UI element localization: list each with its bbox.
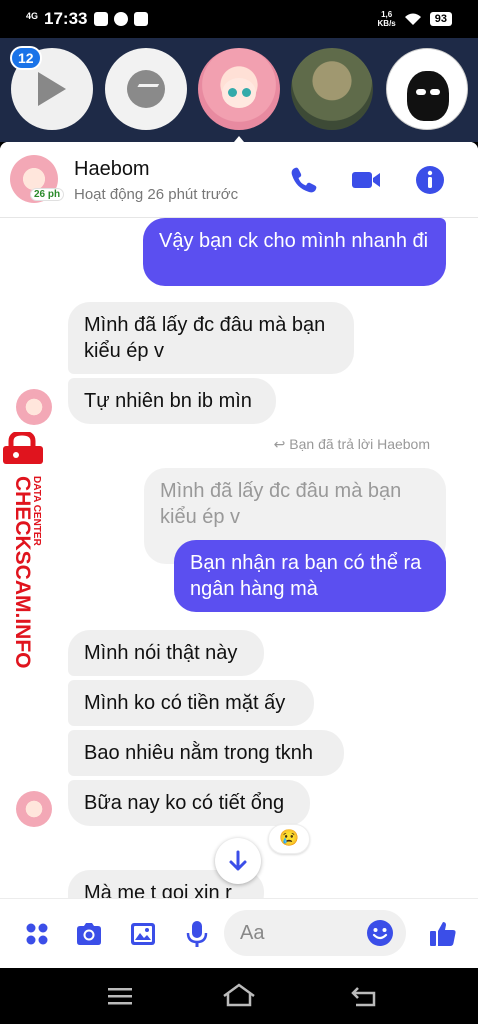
back-icon[interactable] xyxy=(350,984,378,1008)
reply-note-text: Bạn đã trả lời Haebom xyxy=(289,436,430,452)
message-in[interactable]: Tự nhiên bn ib mìn xyxy=(68,378,276,424)
sad-reaction-icon[interactable]: 😢 xyxy=(268,824,310,854)
message-input-placeholder: Aa xyxy=(240,922,265,944)
mask-eye-left xyxy=(416,89,426,95)
messenger-chathead[interactable] xyxy=(105,48,187,130)
checkscam-watermark: CHECKSCAM.INFO DATA CENTER xyxy=(2,430,54,672)
app-notification-icon xyxy=(133,12,148,26)
masked-avatar-figure xyxy=(407,71,449,121)
message-in[interactable]: Mình ko có tiền mặt ấy xyxy=(68,680,314,726)
microphone-icon[interactable] xyxy=(182,919,212,949)
watermark-brand: CHECKSCAM.INFO xyxy=(11,476,34,669)
chat-heads-bar: 12 xyxy=(0,38,478,148)
scroll-down-button[interactable] xyxy=(215,838,261,884)
phone-icon[interactable] xyxy=(288,164,320,196)
battery-indicator: 93 xyxy=(429,12,452,26)
message-input[interactable]: Aa xyxy=(224,910,406,956)
unread-badge: 12 xyxy=(10,46,42,70)
system-navigation-bar xyxy=(0,968,478,1024)
soldier-chathead[interactable] xyxy=(291,48,373,130)
network-speed-value: 1,6 xyxy=(381,10,393,19)
lock-logo-icon: CHECKSCAM.INFO DATA CENTER xyxy=(3,430,43,669)
mask-eye-right xyxy=(430,89,440,95)
reply-note: ↩ Bạn đã trả lời Haebom xyxy=(274,436,430,453)
video-call-icon[interactable] xyxy=(350,164,382,196)
active-time-badge: 26 ph xyxy=(30,188,65,201)
network-indicator: 4G xyxy=(26,10,39,21)
wifi-icon xyxy=(404,13,421,25)
messenger-notification-icon xyxy=(113,12,128,26)
like-icon[interactable] xyxy=(428,919,458,949)
message-in[interactable]: Bao nhiêu nằm trong tknh xyxy=(68,730,344,776)
notification-icon xyxy=(93,12,108,26)
home-icon[interactable] xyxy=(222,982,256,1008)
message-in[interactable]: Mình đã lấy đc đâu mà bạn kiểu ép v xyxy=(68,302,354,374)
message-list[interactable]: Vậy bạn ck cho mình nhanh đi Mình đã lấy… xyxy=(0,218,478,916)
info-icon[interactable] xyxy=(414,164,446,196)
chat-window: 26 ph Haebom Hoạt động 26 phút trước Vậy… xyxy=(0,142,478,968)
emoji-icon[interactable] xyxy=(366,919,394,947)
message-out[interactable]: Vậy bạn ck cho mình nhanh đi xyxy=(143,218,446,286)
message-out[interactable]: Bạn nhận ra bạn có thể ra ngân hàng mà xyxy=(174,540,446,612)
network-speed-unit: KB/s xyxy=(377,19,396,28)
contact-avatar-small[interactable] xyxy=(16,389,52,425)
messenger-icon xyxy=(127,70,165,108)
masked-chathead[interactable] xyxy=(386,48,468,130)
camera-icon[interactable] xyxy=(74,919,104,949)
contact-status: Hoạt động 26 phút trước xyxy=(74,186,239,203)
contact-avatar-small[interactable] xyxy=(16,791,52,827)
contact-name[interactable]: Haebom xyxy=(74,158,150,181)
avatar-eye-left xyxy=(228,88,237,97)
message-composer: Aa xyxy=(0,898,478,968)
network-speed: 1,6 KB/s xyxy=(378,10,396,28)
clock: 17:33 xyxy=(44,9,88,28)
reply-arrow-icon: ↩ xyxy=(273,436,290,452)
avatar-eye-right xyxy=(242,88,251,97)
haebom-chathead[interactable] xyxy=(198,48,280,130)
menu-icon[interactable] xyxy=(108,986,132,1006)
chat-header: 26 ph Haebom Hoạt động 26 phút trước xyxy=(0,142,478,218)
more-apps-icon[interactable] xyxy=(22,919,52,949)
gallery-icon[interactable] xyxy=(128,919,158,949)
message-in[interactable]: Mình nói thật này xyxy=(68,630,264,676)
status-bar: 4G 17:33 1,6 KB/s 93 xyxy=(0,0,478,38)
message-in[interactable]: Bữa nay ko có tiết ổng xyxy=(68,780,310,826)
arrow-down-icon xyxy=(229,850,247,871)
watermark-subtitle: DATA CENTER xyxy=(31,476,42,547)
